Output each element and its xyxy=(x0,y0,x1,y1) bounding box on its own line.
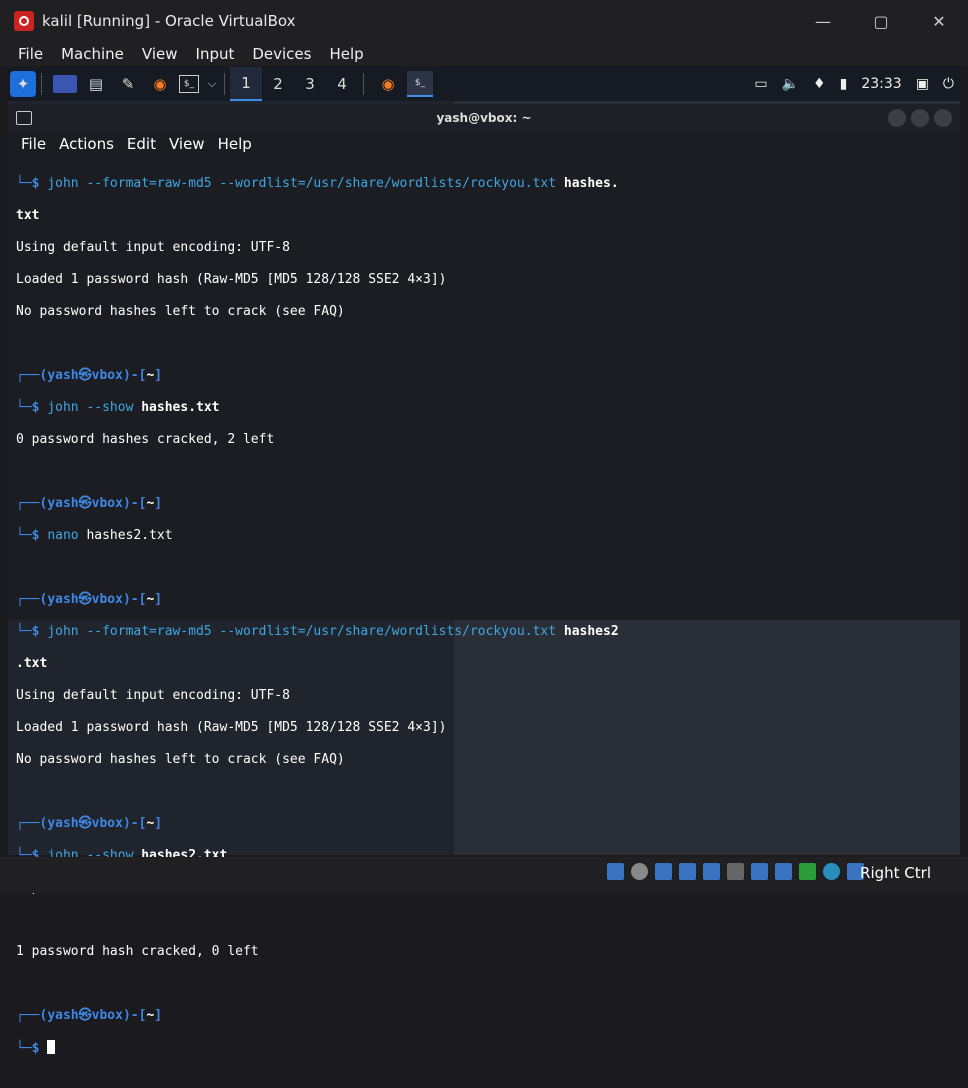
menu-view[interactable]: View xyxy=(142,45,178,63)
term-menu-file[interactable]: File xyxy=(21,135,46,153)
network-icon[interactable] xyxy=(679,863,696,880)
menu-machine[interactable]: Machine xyxy=(61,45,124,63)
terminal-title: yash@vbox: ~ xyxy=(436,111,532,125)
maximize-icon[interactable]: ▢ xyxy=(852,0,910,42)
workspace-3[interactable]: 3 xyxy=(294,67,326,101)
command: nano xyxy=(47,528,87,543)
kali-menu-icon[interactable]: ✦ xyxy=(10,71,36,97)
panel-separator xyxy=(41,73,42,95)
notification-bell-icon[interactable]: ♦ xyxy=(813,76,826,92)
workspace-1[interactable]: 1 xyxy=(230,67,262,101)
audio-icon[interactable] xyxy=(655,863,672,880)
recording-icon[interactable] xyxy=(775,863,792,880)
terminal-line: └─$ john --show hashes.txt xyxy=(16,400,220,415)
chevron-down-icon[interactable]: ⌵ xyxy=(205,72,219,96)
host-key-label: Right Ctrl xyxy=(860,864,931,882)
prompt-line: ┌──(yash㉿vbox)-[~] xyxy=(16,816,163,831)
command: john --show xyxy=(47,400,142,415)
usb-icon[interactable] xyxy=(703,863,720,880)
vbox-titlebar: kalil [Running] - Oracle VirtualBox — ▢ … xyxy=(0,0,968,42)
terminal-line: txt xyxy=(16,208,960,224)
maximize-button[interactable] xyxy=(911,109,929,127)
panel-separator xyxy=(224,73,225,95)
power-icon[interactable]: ⏻ xyxy=(943,76,954,92)
terminal-line: 1 password hash cracked, 0 left xyxy=(16,944,259,959)
text-editor-icon[interactable]: ✎ xyxy=(115,72,141,96)
cpu-icon[interactable] xyxy=(799,863,816,880)
term-menu-actions[interactable]: Actions xyxy=(59,135,114,153)
panel-tray: ▭ 🔈 ♦ ▮ 23:33 ▣ ⏻ xyxy=(740,67,954,101)
lock-icon[interactable]: ▣ xyxy=(916,76,929,92)
menu-file[interactable]: File xyxy=(18,45,43,63)
terminal-line: No password hashes left to crack (see FA… xyxy=(16,304,345,319)
terminal-menubar: File Actions Edit View Help xyxy=(8,132,960,156)
terminal-line: No password hashes left to crack (see FA… xyxy=(16,752,345,767)
terminal-window-controls xyxy=(883,109,952,127)
command: john --format=raw-md5 --wordlist=/usr/sh… xyxy=(47,624,564,639)
menu-input[interactable]: Input xyxy=(196,45,235,63)
terminal-titlebar: yash@vbox: ~ xyxy=(8,104,960,132)
volume-icon[interactable]: 🔈 xyxy=(782,76,799,92)
terminal-line: Loaded 1 password hash (Raw-MD5 [MD5 128… xyxy=(16,720,447,735)
vbox-menubar: File Machine View Input Devices Help xyxy=(0,42,968,66)
term-menu-view[interactable]: View xyxy=(169,135,205,153)
prompt-line: ┌──(yash㉿vbox)-[~] xyxy=(16,496,163,511)
vbox-statusbar: Right Ctrl xyxy=(0,857,968,893)
window-title: kalil [Running] - Oracle VirtualBox xyxy=(42,12,296,30)
terminal-line: └─$ john --format=raw-md5 --wordlist=/us… xyxy=(16,176,619,191)
terminal-window-icon[interactable]: $_ xyxy=(407,71,433,97)
terminal-window: yash@vbox: ~ File Actions Edit View Help… xyxy=(8,104,960,1056)
terminal-line: 0 password hashes cracked, 2 left xyxy=(16,432,275,447)
terminal-window-icon xyxy=(16,111,32,125)
terminal-line: └─$ nano hashes2.txt xyxy=(16,528,173,543)
window-controls: — ▢ ✕ xyxy=(794,0,968,42)
show-desktop-icon[interactable] xyxy=(53,75,77,93)
prompt-line: ┌──(yash㉿vbox)-[~] xyxy=(16,1008,163,1023)
terminal-icon[interactable]: $_ xyxy=(179,75,199,93)
terminal-line: └─$ john --format=raw-md5 --wordlist=/us… xyxy=(16,624,619,639)
menu-devices[interactable]: Devices xyxy=(252,45,311,63)
firefox-window-icon[interactable]: ◉ xyxy=(375,72,401,96)
command: john --format=raw-md5 --wordlist=/usr/sh… xyxy=(47,176,564,191)
terminal-line: └─$ xyxy=(16,1040,960,1056)
workspace-4[interactable]: 4 xyxy=(326,67,358,101)
close-icon[interactable]: ✕ xyxy=(910,0,968,42)
firefox-icon[interactable]: ◉ xyxy=(147,72,173,96)
clock[interactable]: 23:33 xyxy=(861,76,901,92)
prompt-line: ┌──(yash㉿vbox)-[~] xyxy=(16,368,163,383)
term-menu-edit[interactable]: Edit xyxy=(127,135,156,153)
command-arg: .txt xyxy=(16,656,48,671)
shared-folders-icon[interactable] xyxy=(727,863,744,880)
terminal-output[interactable]: └─$ john --format=raw-md5 --wordlist=/us… xyxy=(8,156,960,1088)
command-arg: hashes2.txt xyxy=(86,528,173,543)
terminal-line: Using default input encoding: UTF-8 xyxy=(16,688,290,703)
terminal-line: Loaded 1 password hash (Raw-MD5 [MD5 128… xyxy=(16,272,447,287)
command-arg: hashes. xyxy=(563,176,619,191)
terminal-line: .txt xyxy=(16,656,960,672)
close-button[interactable] xyxy=(934,109,952,127)
optical-drive-icon[interactable] xyxy=(631,863,648,880)
minimize-button[interactable] xyxy=(888,109,906,127)
command-arg: hashes2 xyxy=(563,624,619,639)
text-cursor xyxy=(47,1040,56,1054)
display-icon[interactable]: ▭ xyxy=(754,76,767,92)
battery-icon[interactable]: ▮ xyxy=(840,76,848,92)
mouse-integration-icon[interactable] xyxy=(823,863,840,880)
workspace-2[interactable]: 2 xyxy=(262,67,294,101)
command-arg: hashes.txt xyxy=(141,400,220,415)
panel-separator xyxy=(363,73,364,95)
menu-help[interactable]: Help xyxy=(329,45,363,63)
terminal-line: Using default input encoding: UTF-8 xyxy=(16,240,290,255)
display-icon[interactable] xyxy=(751,863,768,880)
kali-panel: ✦ ▤ ✎ ◉ $_ ⌵ 1 2 3 4 ◉ $_ ▭ 🔈 ♦ ▮ 23:33 … xyxy=(8,67,960,101)
command-arg: txt xyxy=(16,208,40,223)
virtualbox-app-icon xyxy=(14,11,34,31)
term-menu-help[interactable]: Help xyxy=(218,135,252,153)
hard-disk-icon[interactable] xyxy=(607,863,624,880)
prompt-line: ┌──(yash㉿vbox)-[~] xyxy=(16,592,163,607)
file-manager-icon[interactable]: ▤ xyxy=(83,72,109,96)
minimize-icon[interactable]: — xyxy=(794,0,852,42)
